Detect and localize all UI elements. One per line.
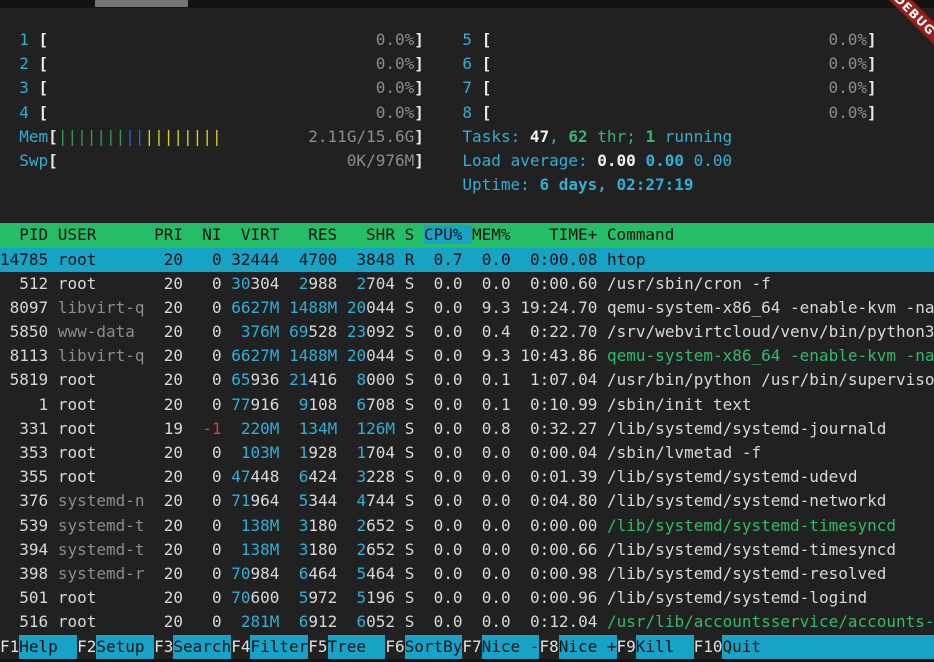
column-header-cpu[interactable]: CPU% xyxy=(424,225,472,244)
fnlabel-search[interactable]: Search xyxy=(173,635,231,659)
cpu-meter-row-4-8: 4 [ 0.0%] 8 [ 0.0%] xyxy=(0,101,934,125)
fnlabel-nice-[interactable]: Nice + xyxy=(559,635,617,659)
fnkey-f3[interactable]: F3 xyxy=(154,635,173,659)
system-panel: 1 [ 0.0%] 5 [ 0.0%] 2 [ 0.0%] 6 [ 0.0%] … xyxy=(0,8,934,197)
process-row-8097[interactable]: 8097 libvirt-q 20 0 6627M 1488M 20044 S … xyxy=(0,296,934,320)
column-header-shr[interactable]: SHR xyxy=(347,225,405,244)
process-row-394[interactable]: 394 systemd-t 20 0 138M 3180 2652 S 0.0 … xyxy=(0,538,934,562)
cpu-meter-row-3-7: 3 [ 0.0%] 7 [ 0.0%] xyxy=(0,76,934,100)
process-row-398[interactable]: 398 systemd-r 20 0 70984 6464 5464 S 0.0… xyxy=(0,562,934,586)
process-row-501[interactable]: 501 root 20 0 70600 5972 5196 S 0.0 0.0 … xyxy=(0,586,934,610)
fnlabel-nice-[interactable]: Nice - xyxy=(482,635,540,659)
process-row-355[interactable]: 355 root 20 0 47448 6424 3228 S 0.0 0.0 … xyxy=(0,465,934,489)
process-table-header[interactable]: PID USER PRI NI VIRT RES SHR S CPU% MEM%… xyxy=(0,223,934,247)
column-header-pid[interactable]: PID xyxy=(0,225,58,244)
panel-table-gap xyxy=(0,197,934,223)
fnkey-f9[interactable]: F9 xyxy=(617,635,636,659)
fnkey-f1[interactable]: F1 xyxy=(0,635,19,659)
column-header-pri[interactable]: PRI xyxy=(154,225,193,244)
fnlabel-quit[interactable]: Quit xyxy=(722,635,934,659)
fnkey-f2[interactable]: F2 xyxy=(77,635,96,659)
column-header-s[interactable]: S xyxy=(405,225,424,244)
process-row-1[interactable]: 1 root 20 0 77916 9108 6708 S 0.0 0.1 0:… xyxy=(0,393,934,417)
fnlabel-kill[interactable]: Kill xyxy=(636,635,694,659)
process-row-353[interactable]: 353 root 20 0 103M 1928 1704 S 0.0 0.0 0… xyxy=(0,441,934,465)
fnkey-f7[interactable]: F7 xyxy=(462,635,481,659)
column-header-virt[interactable]: VIRT xyxy=(231,225,289,244)
process-row-14785[interactable]: 14785 root 20 0 32444 4700 3848 R 0.7 0.… xyxy=(0,248,934,272)
fnlabel-tree[interactable]: Tree xyxy=(328,635,386,659)
process-row-8113[interactable]: 8113 libvirt-q 20 0 6627M 1488M 20044 S … xyxy=(0,344,934,368)
process-row-5819[interactable]: 5819 root 20 0 65936 21416 8000 S 0.0 0.… xyxy=(0,368,934,392)
uptime-line: Uptime: 6 days, 02:27:19 xyxy=(0,173,934,197)
cpu-meter-row-2-6: 2 [ 0.0%] 6 [ 0.0%] xyxy=(0,52,934,76)
fnlabel-help[interactable]: Help xyxy=(19,635,77,659)
fnkey-f10[interactable]: F10 xyxy=(694,635,723,659)
column-header-user[interactable]: USER xyxy=(58,225,154,244)
process-row-331[interactable]: 331 root 19 -1 220M 134M 126M S 0.0 0.8 … xyxy=(0,417,934,441)
fnlabel-sortby[interactable]: SortBy xyxy=(405,635,463,659)
column-header-mem[interactable]: MEM% xyxy=(472,225,520,244)
process-row-512[interactable]: 512 root 20 0 30304 2988 2704 S 0.0 0.0 … xyxy=(0,272,934,296)
column-header-time[interactable]: TIME+ xyxy=(520,225,607,244)
fnlabel-setup[interactable]: Setup xyxy=(96,635,154,659)
memory-meter-and-tasks: Mem[||||||||||||||||| 2.11G/15.6G] Tasks… xyxy=(0,125,934,149)
screen: 1 [ 0.0%] 5 [ 0.0%] 2 [ 0.0%] 6 [ 0.0%] … xyxy=(0,0,934,662)
process-table: 14785 root 20 0 32444 4700 3848 R 0.7 0.… xyxy=(0,248,934,635)
window-drag-handle xyxy=(95,0,188,7)
fnlabel-filter[interactable]: Filter xyxy=(250,635,308,659)
process-row-516[interactable]: 516 root 20 0 281M 6912 6052 S 0.0 0.0 0… xyxy=(0,610,934,634)
fnkey-f5[interactable]: F5 xyxy=(308,635,327,659)
column-header-ni[interactable]: NI xyxy=(193,225,232,244)
fnkey-f6[interactable]: F6 xyxy=(385,635,404,659)
swap-meter-and-load: Swp[ 0K/976M] Load average: 0.00 0.00 0.… xyxy=(0,149,934,173)
function-key-bar: F1Help F2Setup F3SearchF4FilterF5Tree F6… xyxy=(0,635,934,659)
htop-terminal: 1 [ 0.0%] 5 [ 0.0%] 2 [ 0.0%] 6 [ 0.0%] … xyxy=(0,8,934,659)
fnkey-f8[interactable]: F8 xyxy=(539,635,558,659)
cpu-meter-row-1-5: 1 [ 0.0%] 5 [ 0.0%] xyxy=(0,28,934,52)
process-row-376[interactable]: 376 systemd-n 20 0 71964 5344 4744 S 0.0… xyxy=(0,489,934,513)
column-header-command[interactable]: Command xyxy=(607,225,674,244)
fnkey-f4[interactable]: F4 xyxy=(231,635,250,659)
process-row-5850[interactable]: 5850 www-data 20 0 376M 69528 23092 S 0.… xyxy=(0,320,934,344)
column-header-res[interactable]: RES xyxy=(289,225,347,244)
process-row-539[interactable]: 539 systemd-t 20 0 138M 3180 2652 S 0.0 … xyxy=(0,514,934,538)
